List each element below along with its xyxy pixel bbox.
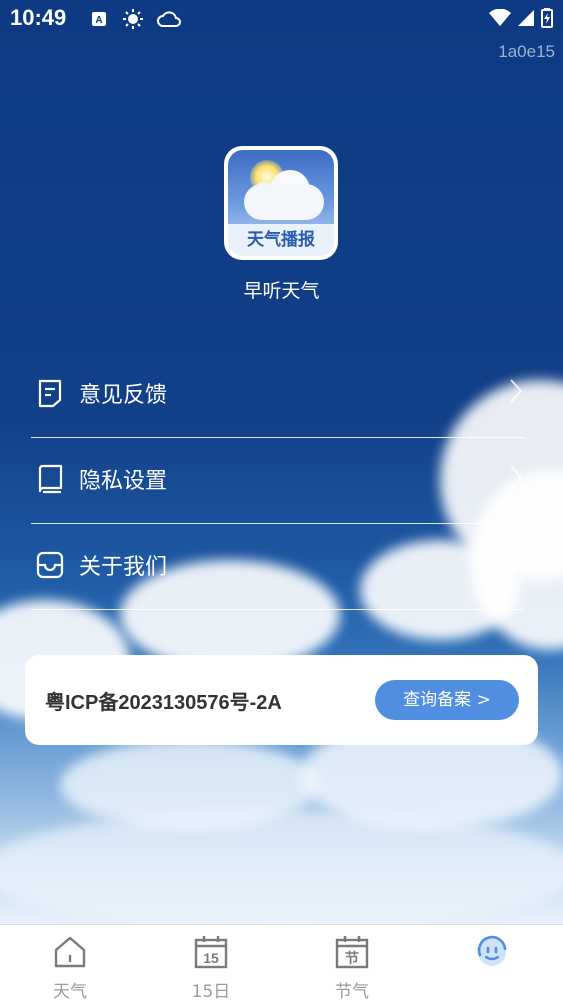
signal-icon: [518, 10, 534, 26]
tab-label: 15日: [191, 982, 231, 1002]
chevron-right-icon: [510, 551, 523, 575]
cloud-icon: [244, 184, 324, 220]
status-time: 10:49: [10, 5, 67, 30]
calendar-icon-text: 15: [203, 950, 219, 966]
menu-item-privacy[interactable]: 隐私设置: [31, 438, 525, 524]
home-icon: [54, 936, 86, 968]
menu-item-label: 隐私设置: [79, 469, 168, 494]
chevron-right-icon: [510, 379, 523, 403]
inbox-icon: [36, 551, 64, 579]
wifi-icon: [489, 9, 511, 26]
feedback-icon: [38, 379, 62, 408]
calendar-icon-text: 节: [345, 950, 359, 967]
cloud-shape: [0, 810, 563, 924]
tab-profile[interactable]: [422, 925, 562, 1003]
tab-label: 节气: [335, 982, 369, 1002]
menu-item-label: 意见反馈: [79, 383, 168, 408]
tab-solar-terms[interactable]: 节 节气: [282, 925, 422, 1003]
smiley-icon: [477, 935, 507, 966]
icp-record-card: 粤ICP备2023130576号-2A 查询备案 >: [25, 655, 538, 745]
menu-item-feedback[interactable]: 意见反馈: [31, 352, 525, 438]
battery-icon: [541, 8, 553, 28]
tab-weather[interactable]: 天气: [0, 925, 140, 1003]
book-icon: [38, 464, 63, 494]
app-icon: 天气播报: [224, 146, 338, 260]
menu-item-about[interactable]: 关于我们: [31, 524, 525, 610]
cloud-icon: [157, 11, 181, 27]
svg-text:A: A: [95, 15, 102, 26]
calendar-15-icon: 15: [194, 936, 228, 969]
chevron-right-icon: [510, 465, 523, 489]
tab-label: 天气: [53, 982, 87, 1002]
sun-icon: [123, 9, 143, 29]
build-id-label: 1a0e15: [498, 42, 555, 61]
app-name: 早听天气: [243, 280, 320, 302]
menu-item-label: 关于我们: [79, 555, 168, 580]
query-record-button[interactable]: 查询备案 >: [375, 680, 519, 720]
icp-record-number: 粤ICP备2023130576号-2A: [45, 692, 282, 714]
status-bar: 10:49 A: [0, 0, 563, 40]
calendar-solar-term-icon: 节: [335, 936, 369, 969]
a-notification-icon: A: [92, 12, 106, 26]
bottom-tab-bar: 天气 15 15日 节 节气: [0, 924, 563, 1003]
tab-15-day[interactable]: 15 15日: [141, 925, 281, 1003]
app-icon-label: 天气播报: [228, 224, 334, 256]
